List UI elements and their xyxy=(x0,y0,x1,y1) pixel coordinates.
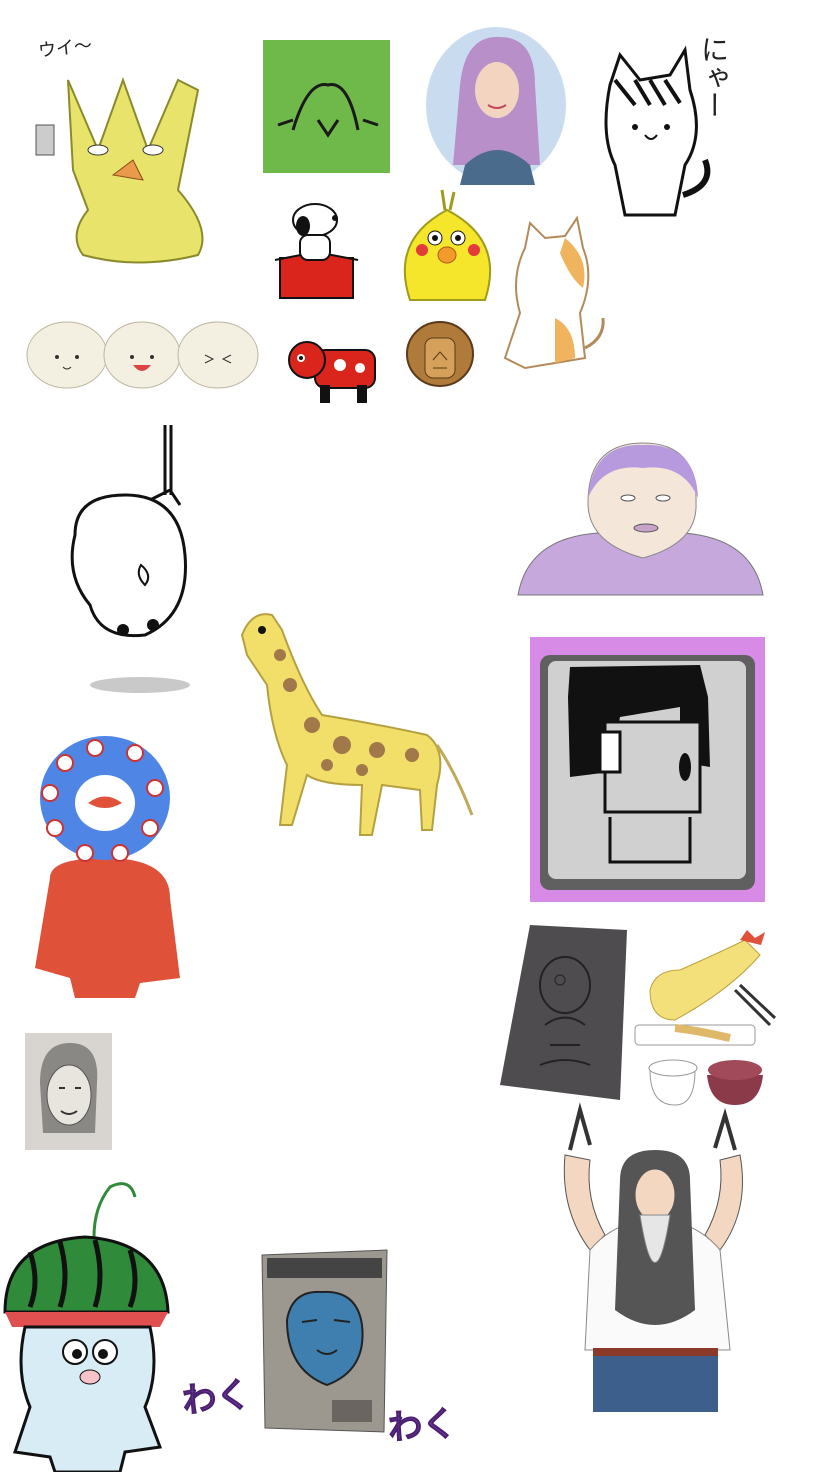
waku-text-right: わく xyxy=(386,1403,458,1449)
yellow-creature-sticker[interactable]: ウイ〜 xyxy=(28,35,238,270)
purple-hair-woman-portrait[interactable] xyxy=(425,25,567,185)
pencil-portrait[interactable] xyxy=(25,1033,112,1150)
akabeko-red-cow[interactable] xyxy=(285,330,380,405)
cat-caption: にゃー xyxy=(697,35,730,119)
waku-text-left: わく xyxy=(180,1374,253,1422)
lion-cookie[interactable] xyxy=(405,320,475,388)
nya-cat-doodle[interactable]: にゃー xyxy=(595,35,735,225)
watermelon-hat-mascot[interactable] xyxy=(0,1172,175,1472)
calico-cat-sticker[interactable] xyxy=(495,215,607,370)
snoopy-doghouse-sticker[interactable] xyxy=(274,200,359,300)
purple-hair-old-woman-sketch[interactable] xyxy=(517,442,764,596)
black-hair-tv-character[interactable] xyxy=(530,637,765,902)
blue-head-snack-bag[interactable] xyxy=(261,1249,388,1433)
rock-gesture-long-hair-man[interactable] xyxy=(555,1102,755,1412)
chalk-board-doodle[interactable] xyxy=(500,925,627,1100)
eye-ring-monster[interactable] xyxy=(30,728,185,1000)
shrimp-tempura-meal[interactable] xyxy=(634,930,777,1110)
green-sticky-note-drawing[interactable] xyxy=(263,40,390,173)
yellow-bird-sticker[interactable] xyxy=(390,180,505,301)
hanging-hamster-doodle[interactable] xyxy=(45,425,215,700)
steamed-buns-trio[interactable] xyxy=(25,315,260,390)
giraffe-drawing[interactable] xyxy=(232,585,477,840)
